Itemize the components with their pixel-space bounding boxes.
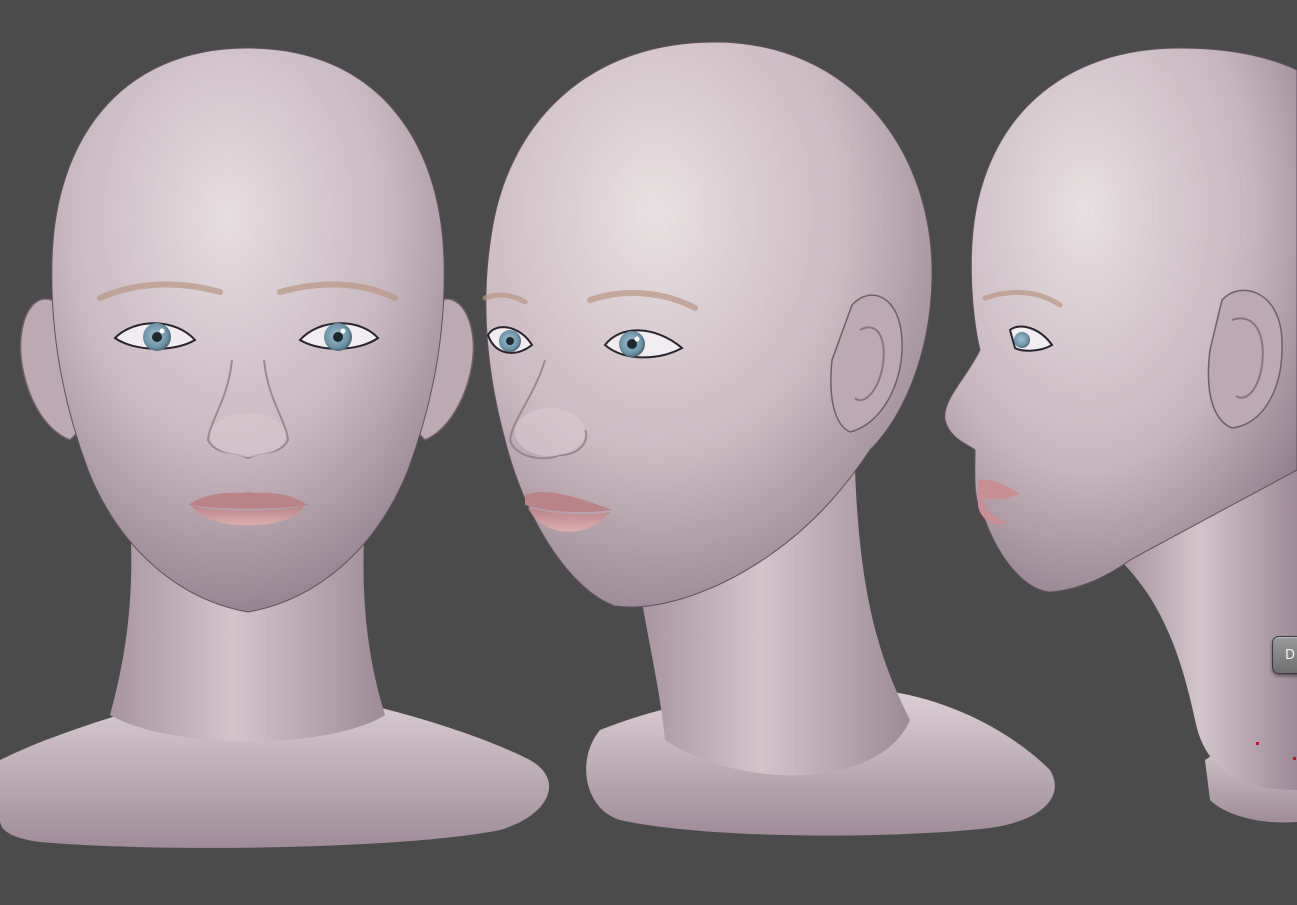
red-marker [1293,757,1296,760]
sculpt-render [0,41,1297,848]
3d-viewport[interactable]: D [0,0,1297,905]
ui-overlay-button[interactable]: D [1272,636,1297,674]
side-view [944,47,1297,823]
front-head [51,47,445,613]
side-iris [1014,332,1030,348]
front-view [0,47,550,848]
front-pupil-right [333,332,343,342]
red-marker [1256,742,1259,745]
front-pupil-left [152,332,162,342]
